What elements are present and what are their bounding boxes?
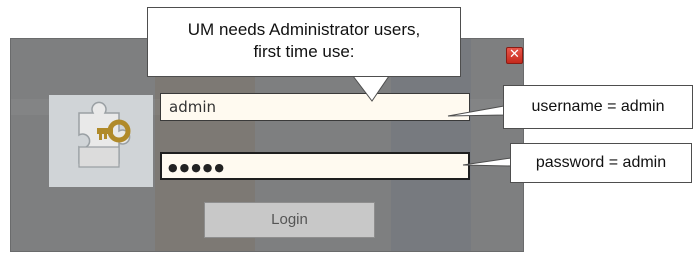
annotation-line-1: UM needs Administrator users, xyxy=(187,20,421,39)
annotation-callout-password: password = admin xyxy=(510,143,692,183)
annotation-callout-username: username = admin xyxy=(503,85,693,129)
annotation-callout-top: UM needs Administrator users, first time… xyxy=(147,7,461,77)
annotation-line-2: first time use: xyxy=(253,42,355,61)
password-note: password = admin xyxy=(535,154,667,171)
username-note: username = admin xyxy=(531,98,665,115)
